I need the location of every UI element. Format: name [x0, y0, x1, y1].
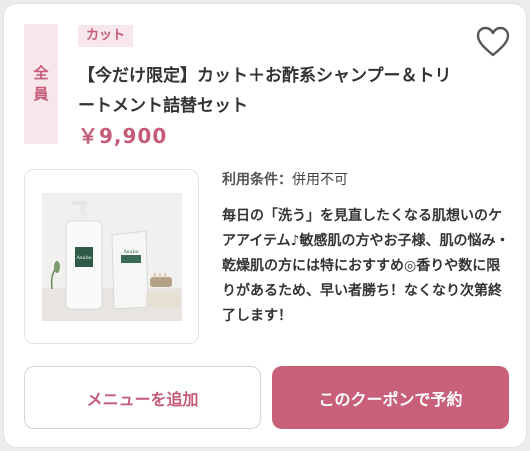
category-tag: カット: [78, 25, 134, 47]
product-image-frame: Asabo Asabo: [24, 169, 199, 344]
coupon-card: 全 員 カット 【今だけ限定】カット＋お酢系シャンプー＆トリートメント詰替セット…: [3, 3, 527, 448]
target-badge-char-1: 全: [33, 64, 49, 82]
add-menu-button[interactable]: メニューを追加: [24, 366, 261, 429]
usage-condition: 利用条件：併用不可: [222, 169, 348, 189]
heart-icon[interactable]: [476, 26, 510, 58]
coupon-title: 【今だけ限定】カット＋お酢系シャンプー＆トリートメント詰替セット: [78, 66, 452, 116]
usage-condition-value: 併用不可: [292, 172, 348, 188]
reserve-with-coupon-button[interactable]: このクーポンで予約: [272, 366, 509, 429]
pouch-label-text: Asabo: [122, 249, 138, 255]
usage-condition-label: 利用条件：: [222, 172, 292, 188]
target-badge-char-2: 員: [33, 85, 49, 103]
coupon-description: 毎日の「洗う」を見直したくなる肌想いのケアアイテム♪敏感肌の方やお子様、肌の悩み…: [222, 208, 510, 324]
price: ￥9,900: [78, 124, 168, 148]
product-image: Asabo Asabo: [41, 192, 182, 321]
bottle-label-text: Asabo: [75, 255, 91, 261]
target-badge: 全 員: [24, 24, 58, 144]
